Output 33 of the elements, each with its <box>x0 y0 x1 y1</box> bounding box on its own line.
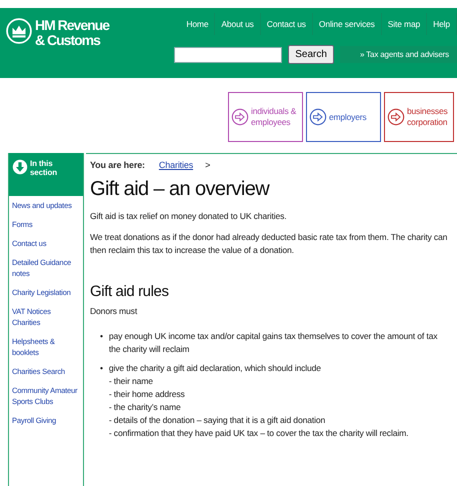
nav-link[interactable]: Contact us <box>260 13 313 35</box>
list-line: - confirmation that they have paid UK tax – to cover the tax the charity will reclaim. <box>108 427 408 440</box>
list-line: - their home address <box>108 388 186 401</box>
search-field[interactable] <box>174 46 282 62</box>
section-heading: In this section <box>30 159 57 179</box>
breadcrumb-separator: > <box>205 160 210 170</box>
breadcrumb-link[interactable]: Charities <box>158 160 194 170</box>
paragraph: Gift aid is tax relief on money donated to UK charities. <box>90 210 288 223</box>
nav-link[interactable]: Help <box>427 13 457 35</box>
list-line: - the charity’s name <box>108 401 182 414</box>
nav-link[interactable]: About us <box>215 13 261 35</box>
nav-link[interactable]: Online services <box>312 13 382 35</box>
audience-tab[interactable]: employers <box>306 92 381 142</box>
page-title: Gift aid – an overview <box>90 178 271 201</box>
logo-text[interactable]: & Customs <box>35 33 110 48</box>
list-line: - their name <box>108 375 154 388</box>
section-title: Gift aid rules <box>90 283 170 300</box>
agents-link[interactable]: » Tax agents and advisers <box>340 46 457 63</box>
crown-icon <box>6 18 32 44</box>
nav-link[interactable]: Home <box>180 13 216 35</box>
paragraph: We treat donations as if the donor had already deducted basic rate tax from them. The charity can then reclaim this tax to increase the value of a donation. <box>90 231 448 257</box>
logo-text[interactable]: HM Revenue <box>35 18 110 33</box>
breadcrumb-label: You are here: <box>90 160 145 170</box>
search-button[interactable]: Search <box>288 45 334 64</box>
audience-tab[interactable]: individuals & employees <box>228 92 303 142</box>
bullet-text: give the charity a gift aid declaration, which should include <box>108 363 321 373</box>
bullet-mark: • <box>100 362 103 375</box>
list-line: - details of the donation – saying that it is a gift aid donation <box>108 414 326 427</box>
bullet-text: pay enough UK income tax and/or capital gains tax themselves to cover the amount of tax the charity will reclaim <box>108 331 438 354</box>
audience-tab[interactable]: businesses corporation <box>384 92 454 142</box>
bullet-mark: • <box>100 330 103 343</box>
paragraph: Donors must <box>90 305 138 318</box>
nav-link[interactable]: Site map <box>382 13 428 35</box>
